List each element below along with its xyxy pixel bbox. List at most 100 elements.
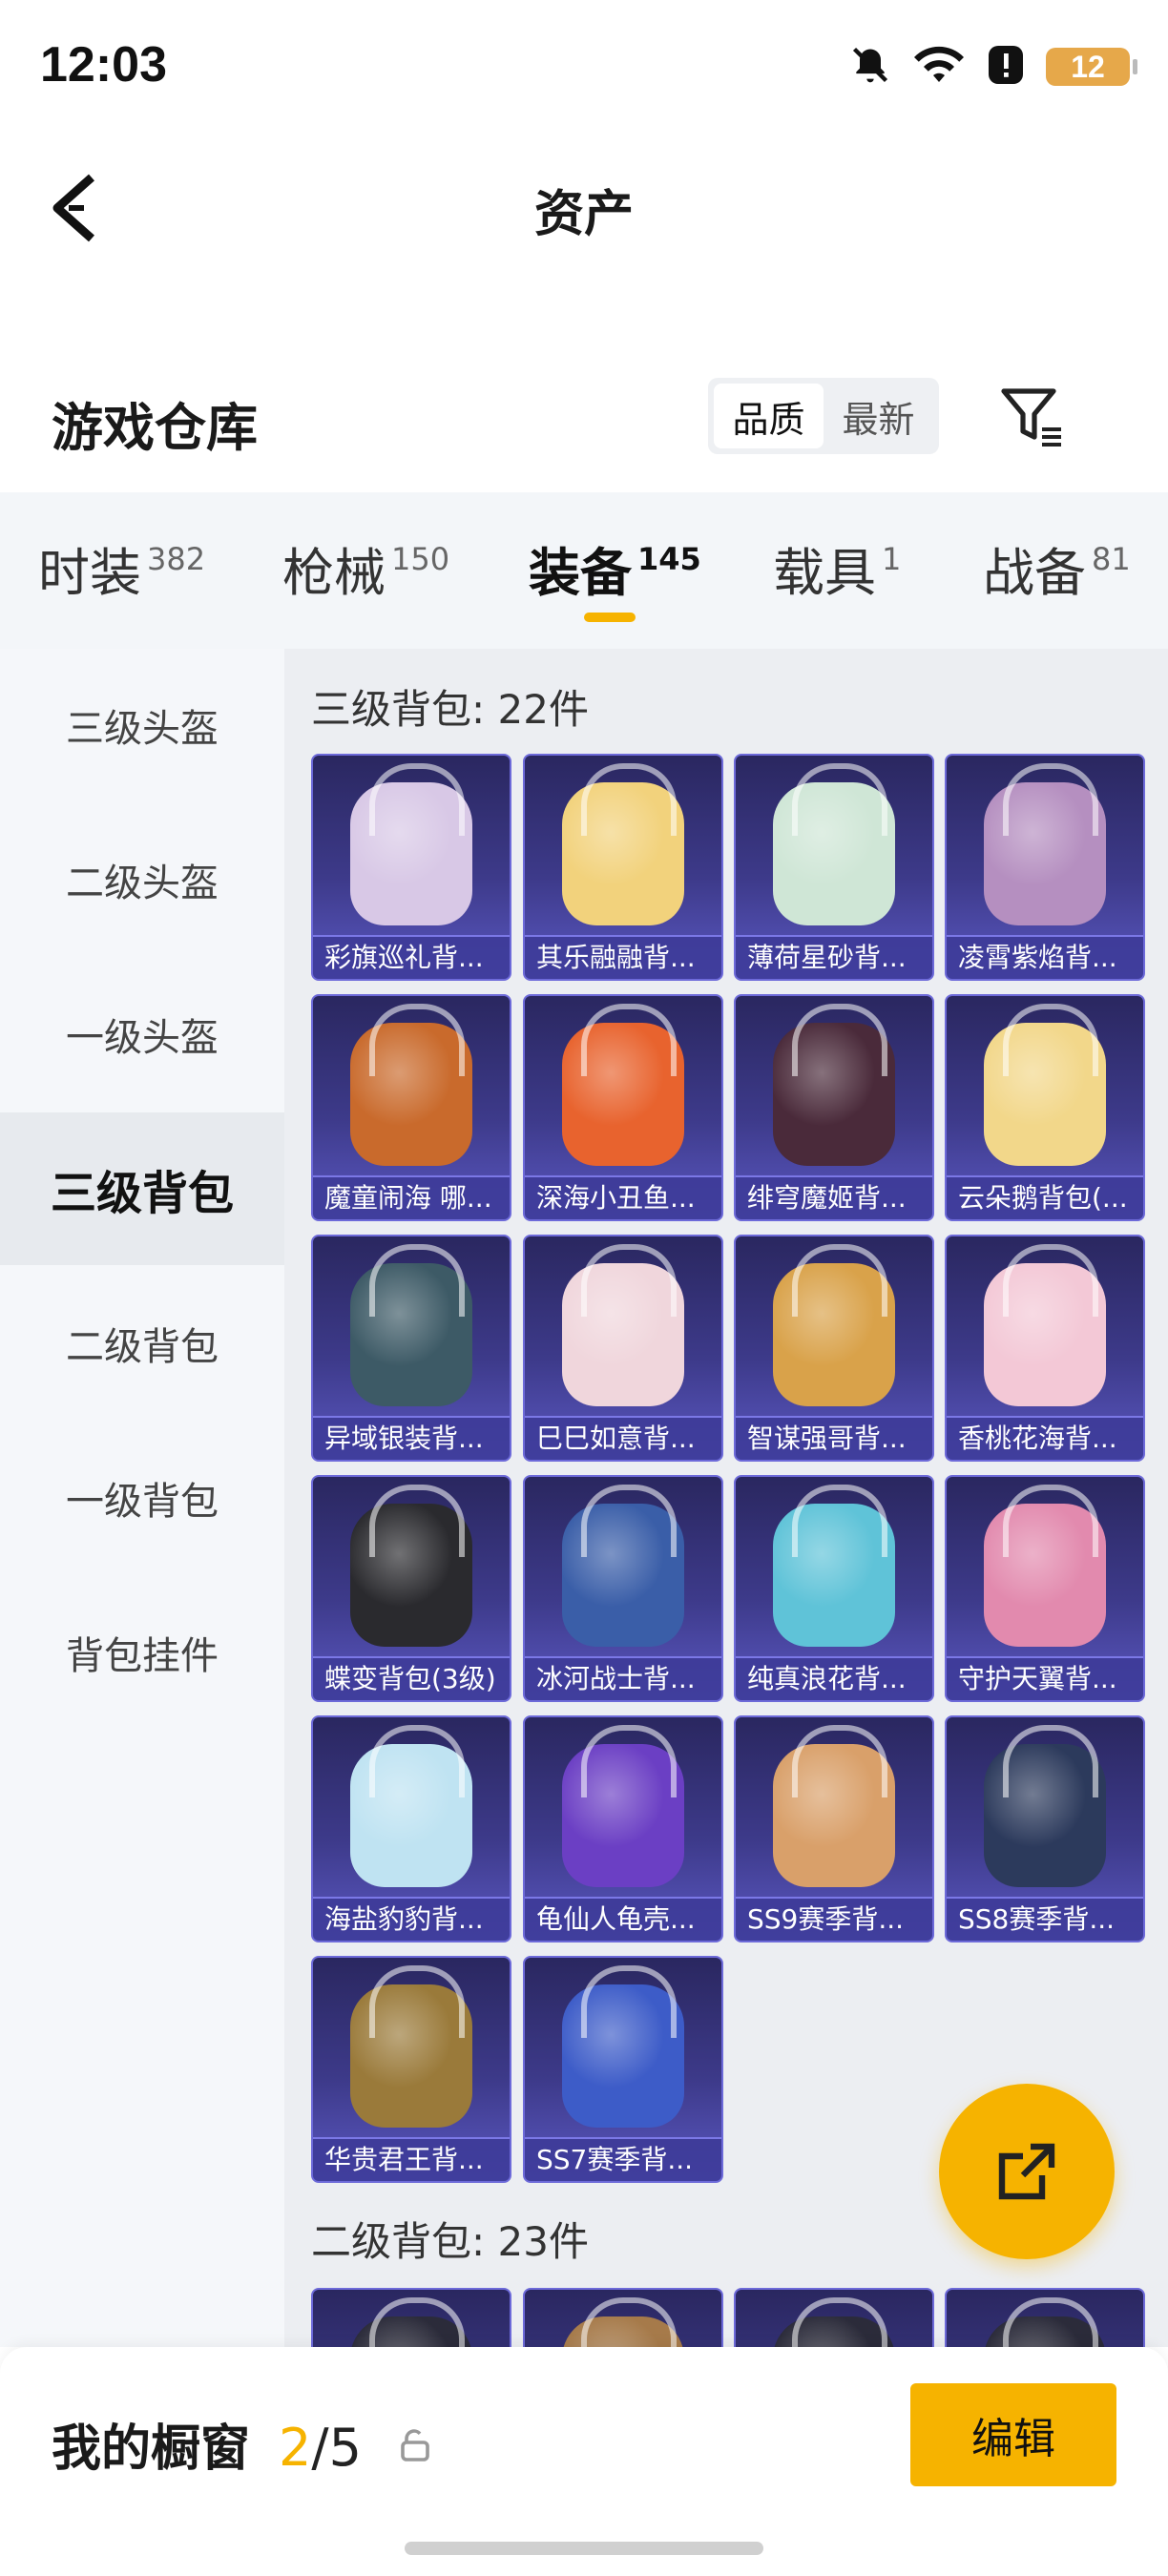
item-name: 其乐融融背... bbox=[525, 935, 721, 979]
backpack-image bbox=[773, 1004, 895, 1166]
item-card[interactable] bbox=[734, 2288, 934, 2347]
item-name: 深海小丑鱼... bbox=[525, 1175, 721, 1219]
sort-latest-button[interactable]: 最新 bbox=[824, 384, 933, 448]
backpack-image bbox=[562, 1965, 684, 2128]
backpack-image bbox=[562, 1725, 684, 1887]
item-name: 龟仙人龟壳... bbox=[525, 1897, 721, 1941]
backpack-image bbox=[984, 1725, 1106, 1887]
item-card[interactable]: 云朵鹅背包(... bbox=[945, 994, 1145, 1221]
item-card[interactable]: 海盐豹豹背... bbox=[311, 1715, 511, 1942]
backpack-image bbox=[350, 1725, 472, 1887]
wifi-icon bbox=[912, 44, 966, 90]
tab-supplies[interactable]: 战备 81 bbox=[983, 530, 1131, 606]
backpack-image bbox=[350, 1004, 472, 1166]
backpack-image bbox=[350, 763, 472, 925]
filter-icon[interactable] bbox=[998, 384, 1065, 450]
backpack-image bbox=[773, 1485, 895, 1647]
item-card[interactable]: 香桃花海背... bbox=[945, 1235, 1145, 1462]
item-card[interactable]: 彩旗巡礼背... bbox=[311, 754, 511, 981]
item-card[interactable]: SS7赛季背... bbox=[523, 1956, 723, 2183]
status-bar: 12:03 12 bbox=[0, 0, 1168, 134]
item-card[interactable]: 魔童闹海 哪... bbox=[311, 994, 511, 1221]
item-card[interactable]: 其乐融融背... bbox=[523, 754, 723, 981]
tab-count: 145 bbox=[637, 541, 701, 577]
backpack-image bbox=[984, 2297, 1106, 2347]
item-card[interactable]: SS9赛季背... bbox=[734, 1715, 934, 1942]
sidebar-item-level1-backpack[interactable]: 一级背包 bbox=[0, 1422, 284, 1574]
backpack-image bbox=[350, 1485, 472, 1647]
item-card[interactable] bbox=[523, 2288, 723, 2347]
tab-label: 时装 bbox=[38, 543, 141, 603]
mute-bell-icon bbox=[849, 44, 891, 90]
item-card[interactable]: 凌霄紫焰背... bbox=[945, 754, 1145, 981]
sort-quality-button[interactable]: 品质 bbox=[714, 384, 824, 448]
backpack-image bbox=[350, 1244, 472, 1406]
category-tabs: 时装 382 枪械 150 装备 145 载具 1 战备 81 bbox=[0, 492, 1168, 649]
sort-toggle: 品质 最新 bbox=[708, 378, 939, 454]
item-card[interactable]: 冰河战士背... bbox=[523, 1475, 723, 1702]
item-card[interactable]: 守护天翼背... bbox=[945, 1475, 1145, 1702]
sidebar-item-level2-helmet[interactable]: 二级头盔 bbox=[0, 803, 284, 956]
showcase-info: 我的橱窗 2/5 bbox=[52, 2408, 362, 2480]
item-card[interactable]: 纯真浪花背... bbox=[734, 1475, 934, 1702]
sidebar-item-backpack-charm[interactable]: 背包挂件 bbox=[0, 1576, 284, 1729]
backpack-image bbox=[562, 763, 684, 925]
item-card[interactable]: 华贵君王背... bbox=[311, 1956, 511, 2183]
showcase-total: 5 bbox=[328, 2418, 362, 2478]
item-card[interactable]: 异域银装背... bbox=[311, 1235, 511, 1462]
status-time: 12:03 bbox=[40, 37, 167, 93]
tab-weapons[interactable]: 枪械 150 bbox=[282, 530, 449, 606]
item-name: 巳巳如意背... bbox=[525, 1416, 721, 1460]
home-indicator[interactable] bbox=[405, 2542, 763, 2555]
battery-icon: 12 bbox=[1046, 48, 1137, 86]
item-name: 凌霄紫焰背... bbox=[947, 935, 1143, 979]
item-card[interactable]: 薄荷星砂背... bbox=[734, 754, 934, 981]
tab-count: 1 bbox=[882, 541, 902, 577]
showcase-bar: 我的橱窗 2/5 编辑 bbox=[0, 2347, 1168, 2576]
backpack-image bbox=[984, 1244, 1106, 1406]
backpack-image bbox=[350, 1965, 472, 2128]
backpack-image bbox=[773, 2297, 895, 2347]
backpack-image bbox=[350, 2297, 472, 2347]
lock-icon bbox=[399, 2429, 431, 2462]
item-name: 薄荷星砂背... bbox=[736, 935, 932, 979]
alert-icon bbox=[987, 44, 1025, 90]
sidebar-item-level3-backpack[interactable]: 三级背包 bbox=[0, 1112, 284, 1265]
item-card[interactable]: 巳巳如意背... bbox=[523, 1235, 723, 1462]
backpack-image bbox=[773, 763, 895, 925]
item-card[interactable]: 龟仙人龟壳... bbox=[523, 1715, 723, 1942]
sidebar-item-level1-helmet[interactable]: 一级头盔 bbox=[0, 958, 284, 1111]
tab-equipment[interactable]: 装备 145 bbox=[529, 530, 701, 606]
item-name: SS9赛季背... bbox=[736, 1897, 932, 1941]
item-name: 魔童闹海 哪... bbox=[313, 1175, 510, 1219]
share-button[interactable] bbox=[939, 2084, 1115, 2259]
tab-label: 装备 bbox=[529, 543, 632, 603]
item-name: 智谋强哥背... bbox=[736, 1416, 932, 1460]
edit-button[interactable]: 编辑 bbox=[910, 2383, 1116, 2486]
backpack-image bbox=[984, 1485, 1106, 1647]
sidebar-item-level2-backpack[interactable]: 二级背包 bbox=[0, 1267, 284, 1420]
tab-vehicles[interactable]: 载具 1 bbox=[773, 530, 901, 606]
item-name: 冰河战士背... bbox=[525, 1656, 721, 1700]
section-title: 三级背包: 22件 bbox=[311, 686, 589, 733]
sidebar-item-level3-helmet[interactable]: 三级头盔 bbox=[0, 649, 284, 801]
status-icons: 12 bbox=[849, 44, 1137, 90]
item-card[interactable]: 深海小丑鱼... bbox=[523, 994, 723, 1221]
tab-count: 382 bbox=[147, 541, 206, 577]
page-title: 资产 bbox=[533, 186, 634, 243]
active-tab-indicator bbox=[584, 613, 636, 622]
tab-label: 载具 bbox=[773, 543, 876, 603]
item-card[interactable]: 蝶变背包(3级) bbox=[311, 1475, 511, 1702]
backpack-image bbox=[562, 1004, 684, 1166]
backpack-image bbox=[773, 1244, 895, 1406]
item-card[interactable]: 智谋强哥背... bbox=[734, 1235, 934, 1462]
item-name: 异域银装背... bbox=[313, 1416, 510, 1460]
item-card[interactable] bbox=[311, 2288, 511, 2347]
backpack-image bbox=[562, 2297, 684, 2347]
item-name: 纯真浪花背... bbox=[736, 1656, 932, 1700]
tab-fashion[interactable]: 时装 382 bbox=[38, 530, 205, 606]
item-card[interactable] bbox=[945, 2288, 1145, 2347]
item-card[interactable]: SS8赛季背... bbox=[945, 1715, 1145, 1942]
item-card[interactable]: 绯穹魔姬背... bbox=[734, 994, 934, 1221]
backpack-image bbox=[562, 1244, 684, 1406]
